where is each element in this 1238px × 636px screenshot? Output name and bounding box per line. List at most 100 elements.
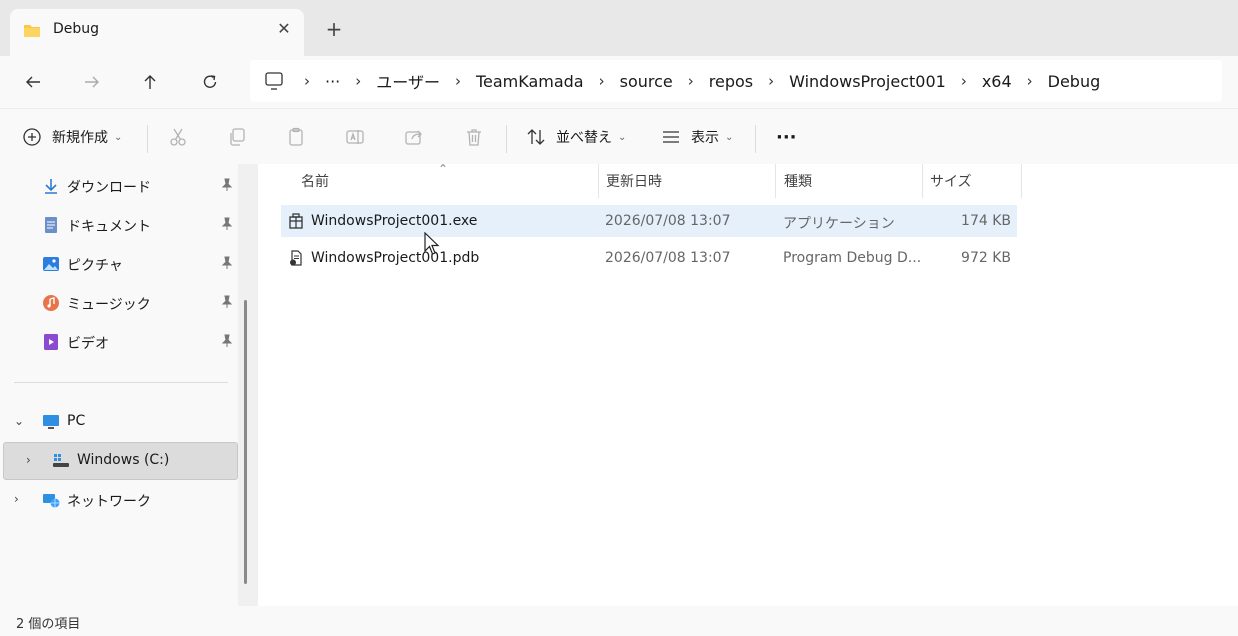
video-icon — [44, 334, 58, 350]
chevron-down-icon: ⌄ — [725, 131, 734, 143]
download-icon — [45, 179, 57, 194]
breadcrumb-item[interactable]: repos — [709, 72, 753, 91]
delete-button[interactable] — [464, 123, 484, 151]
chevron-right-icon[interactable]: › — [26, 453, 40, 467]
command-bar: 新規作成 ⌄ 並べ替え ⌄ 表示 ⌄ ··· — [0, 108, 1238, 164]
breadcrumb-separator: › — [355, 72, 362, 90]
column-divider[interactable] — [775, 164, 776, 198]
pin-icon[interactable] — [220, 178, 234, 192]
mouse-cursor-icon — [424, 232, 440, 255]
new-tab-button[interactable]: + — [322, 17, 346, 41]
rename-icon — [346, 130, 364, 144]
up-button[interactable] — [134, 66, 166, 98]
copy-button[interactable] — [227, 123, 247, 151]
view-button[interactable]: 表示 ⌄ — [661, 123, 733, 151]
column-divider[interactable] — [1021, 164, 1022, 198]
breadcrumb-item[interactable]: source — [620, 72, 673, 91]
pictures-icon — [43, 257, 59, 271]
file-type: アプリケーション — [783, 216, 895, 232]
table-row[interactable]: WindowsProject001.exe 2026/07/08 13:07 ア… — [281, 205, 1017, 237]
breadcrumb-separator: › — [598, 72, 605, 90]
file-list: ⌃ 名前 更新日時 種類 サイズ WindowsProject001.exe 2… — [258, 162, 1238, 606]
cut-button[interactable] — [168, 123, 188, 151]
breadcrumb-separator: › — [304, 72, 310, 90]
music-icon — [43, 295, 59, 311]
breadcrumb-separator: › — [960, 72, 967, 90]
refresh-icon — [203, 75, 217, 88]
divider — [755, 125, 756, 153]
rename-button[interactable] — [345, 123, 365, 151]
drive-icon — [53, 454, 69, 467]
copy-icon — [230, 128, 245, 146]
navigation-pane: ダウンロード ドキュメント ピクチャ ミュージック ビデオ ⌄ PC › Win… — [0, 164, 258, 606]
pin-icon[interactable] — [220, 217, 234, 231]
plus-circle-icon — [23, 128, 41, 146]
sidebar-item-documents[interactable]: ドキュメント — [0, 207, 240, 243]
sidebar-scrollbar[interactable] — [244, 300, 247, 584]
back-button[interactable] — [17, 66, 49, 98]
application-icon — [289, 213, 303, 229]
pin-icon[interactable] — [220, 334, 234, 348]
sidebar-item-videos[interactable]: ビデオ — [0, 324, 240, 360]
chevron-down-icon[interactable]: ⌄ — [14, 414, 28, 428]
network-icon — [43, 494, 60, 508]
paste-button[interactable] — [286, 123, 306, 151]
breadcrumb-separator: › — [454, 72, 461, 90]
file-type: Program Debug D... — [783, 250, 922, 266]
share-button[interactable] — [404, 123, 424, 151]
divider — [147, 125, 148, 153]
trash-icon — [467, 129, 481, 146]
tab-debug[interactable]: Debug ✕ — [10, 9, 304, 56]
column-divider[interactable] — [598, 164, 599, 198]
sort-label: 並べ替え — [556, 130, 612, 146]
pin-icon[interactable] — [220, 256, 234, 270]
forward-button[interactable] — [76, 66, 108, 98]
file-date: 2026/07/08 13:07 — [605, 213, 731, 229]
breadcrumb-item[interactable]: WindowsProject001 — [789, 72, 946, 91]
scissors-icon — [170, 128, 186, 146]
computer-icon — [43, 415, 59, 429]
breadcrumb-item[interactable]: ユーザー — [376, 69, 440, 93]
sidebar-item-label: ネットワーク — [67, 494, 151, 510]
new-button[interactable]: 新規作成 ⌄ — [22, 123, 122, 151]
address-bar[interactable]: › ··· › ユーザー › TeamKamada › source › rep… — [250, 60, 1222, 102]
sidebar-item-label: ダウンロード — [67, 180, 151, 196]
sidebar-divider — [14, 382, 228, 383]
chevron-down-icon: ⌄ — [114, 131, 123, 143]
breadcrumb-item[interactable]: TeamKamada — [476, 72, 584, 91]
breadcrumb-item[interactable]: Debug — [1048, 72, 1101, 91]
sidebar-item-windows-drive[interactable]: › Windows (C:) — [3, 442, 238, 480]
breadcrumb-overflow[interactable]: ··· — [325, 72, 340, 91]
chevron-right-icon[interactable]: › — [14, 492, 28, 506]
tab-title: Debug — [53, 21, 100, 37]
divider — [506, 125, 507, 153]
refresh-button[interactable] — [194, 66, 226, 98]
new-label: 新規作成 — [52, 130, 108, 146]
sidebar-item-music[interactable]: ミュージック — [0, 285, 240, 321]
chevron-down-icon: ⌄ — [618, 131, 627, 143]
list-view-icon — [663, 131, 679, 143]
pin-icon[interactable] — [220, 295, 234, 309]
view-label: 表示 — [691, 130, 719, 146]
close-tab-button[interactable]: ✕ — [272, 17, 296, 41]
sidebar-item-network[interactable]: › ネットワーク — [0, 482, 240, 518]
arrow-left-icon — [26, 76, 40, 88]
sidebar-item-pictures[interactable]: ピクチャ — [0, 246, 240, 282]
breadcrumb-item[interactable]: x64 — [982, 72, 1012, 91]
column-divider[interactable] — [922, 164, 923, 198]
sidebar-item-downloads[interactable]: ダウンロード — [0, 168, 240, 204]
pane-splitter[interactable] — [238, 164, 258, 606]
sidebar-item-pc[interactable]: ⌄ PC — [0, 404, 240, 440]
tab-bar: Debug ✕ + — [0, 0, 1238, 56]
column-header-name[interactable]: 名前 — [301, 164, 598, 198]
column-header-date[interactable]: 更新日時 — [606, 164, 776, 198]
sidebar-item-label: Windows (C:) — [77, 452, 170, 468]
column-header-size[interactable]: サイズ — [930, 164, 1020, 198]
sort-button[interactable]: 並べ替え ⌄ — [526, 123, 626, 151]
sidebar-item-label: PC — [67, 413, 86, 429]
document-icon — [45, 217, 57, 233]
sidebar-item-label: ビデオ — [67, 336, 109, 352]
table-row[interactable]: WindowsProject001.pdb 2026/07/08 13:07 P… — [281, 242, 1017, 274]
more-options-button[interactable]: ··· — [776, 123, 797, 151]
column-header-type[interactable]: 種類 — [784, 164, 922, 198]
